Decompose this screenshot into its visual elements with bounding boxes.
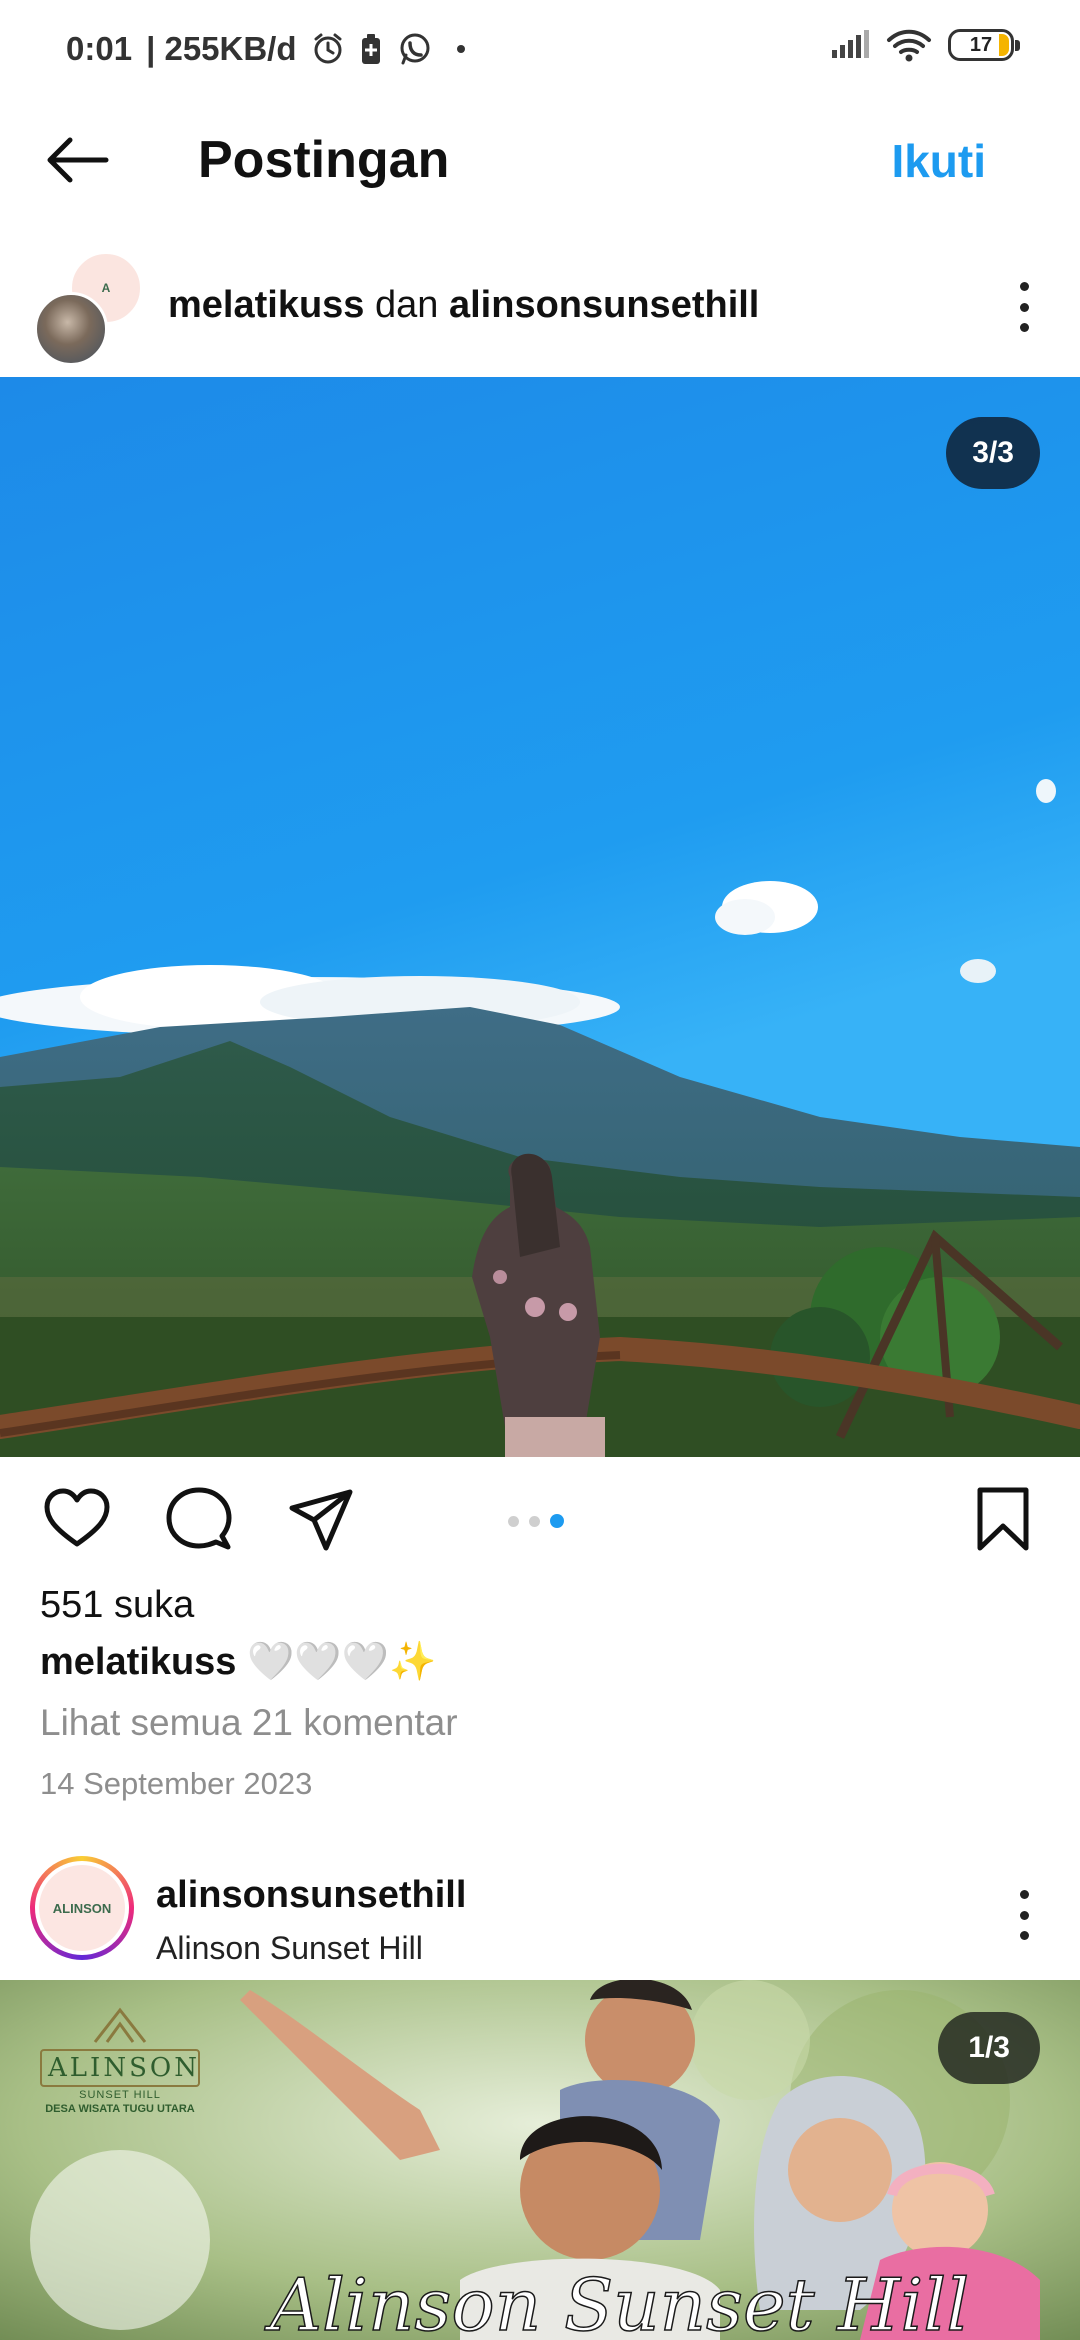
post-date: 14 September 2023 [40, 1766, 313, 1801]
view-comments-link[interactable]: Lihat semua 21 komentar [40, 1702, 458, 1744]
author-connector: dan [375, 284, 439, 326]
bookmark-icon [977, 1487, 1029, 1551]
alinson-brand-name: ALINSON [40, 2049, 200, 2087]
notification-dot [456, 45, 465, 53]
network-speed: | 255KB/d [146, 30, 297, 67]
next-post-location[interactable]: Alinson Sunset Hill [156, 1930, 423, 1967]
next-post-image[interactable]: Alinson Sunset Hill ALINSON SUNSET HILL … [0, 1980, 1080, 2340]
next-post-header: ALINSON alinsonsunsethill Alinson Sunset… [0, 1850, 1080, 1980]
author-link-2[interactable]: alinsonsunsethill [449, 284, 759, 326]
battery-saver-icon [361, 34, 380, 64]
signal-icon [832, 30, 869, 58]
caption: melatikuss 🤍🤍🤍✨ [40, 1640, 436, 1684]
caption-username[interactable]: melatikuss [40, 1641, 236, 1683]
whatsapp-icon [400, 33, 430, 65]
status-right: 17 [830, 28, 1020, 62]
likes-count[interactable]: 551 suka [40, 1584, 194, 1627]
next-image-counter: 1/3 [938, 2012, 1040, 2084]
battery-level: 17 [969, 33, 993, 56]
avatar-melatikuss [34, 292, 108, 366]
image-counter: 3/3 [946, 417, 1040, 489]
alinson-brand-logo: ALINSON SUNSET HILL DESA WISATA TUGU UTA… [40, 2004, 200, 2115]
page-title: Postingan [198, 131, 450, 189]
banner-script-text: Alinson Sunset Hill [264, 2263, 969, 2340]
arrow-left-icon [47, 137, 109, 183]
carousel-dot [529, 1515, 540, 1527]
carousel-dot [508, 1515, 519, 1527]
clock: 0:01 [66, 30, 133, 67]
battery-indicator: 17 [948, 29, 1020, 61]
collab-avatars[interactable]: A [34, 252, 144, 366]
next-post-more-button[interactable] [1012, 1890, 1036, 1940]
post-image[interactable]: 3/3 [0, 377, 1080, 1457]
heart-icon [44, 1488, 110, 1547]
top-bar: Postingan Ikuti [0, 100, 1080, 220]
landscape-photo [0, 377, 1080, 1457]
save-button[interactable] [968, 1484, 1038, 1554]
alarm-icon [314, 33, 342, 64]
send-icon [289, 1489, 353, 1551]
comment-icon [166, 1487, 232, 1550]
alinson-logo-avatar: ALINSON [39, 1865, 125, 1951]
post-header: A melatikuss dan alinsonsunsethill [0, 240, 1080, 376]
story-ring-avatar[interactable]: ALINSON [30, 1856, 134, 1960]
next-post-username[interactable]: alinsonsunsethill [156, 1874, 466, 1917]
alinson-mark-icon [93, 2007, 147, 2043]
comment-button[interactable] [164, 1484, 234, 1554]
carousel-indicator [508, 1514, 564, 1528]
status-bar: 0:01 | 255KB/d 17 [0, 0, 1080, 100]
caption-text: 🤍🤍🤍✨ [247, 1641, 437, 1683]
alinson-brand-tagline: DESA WISATA TUGU UTARA [45, 2103, 195, 2115]
carousel-dot-active [550, 1514, 564, 1528]
more-options-button[interactable] [1012, 282, 1036, 332]
wifi-icon [887, 29, 931, 62]
alinson-brand-sub: SUNSET HILL [79, 2089, 161, 2101]
author-link-1[interactable]: melatikuss [168, 284, 364, 326]
like-button[interactable] [42, 1484, 112, 1554]
share-button[interactable] [286, 1484, 356, 1554]
follow-button[interactable]: Ikuti [891, 134, 986, 188]
post-authors[interactable]: melatikuss dan alinsonsunsethill [168, 284, 759, 327]
status-left: 0:01 | 255KB/d [66, 30, 465, 68]
post-actions [0, 1470, 1080, 1570]
back-button[interactable] [40, 128, 116, 192]
